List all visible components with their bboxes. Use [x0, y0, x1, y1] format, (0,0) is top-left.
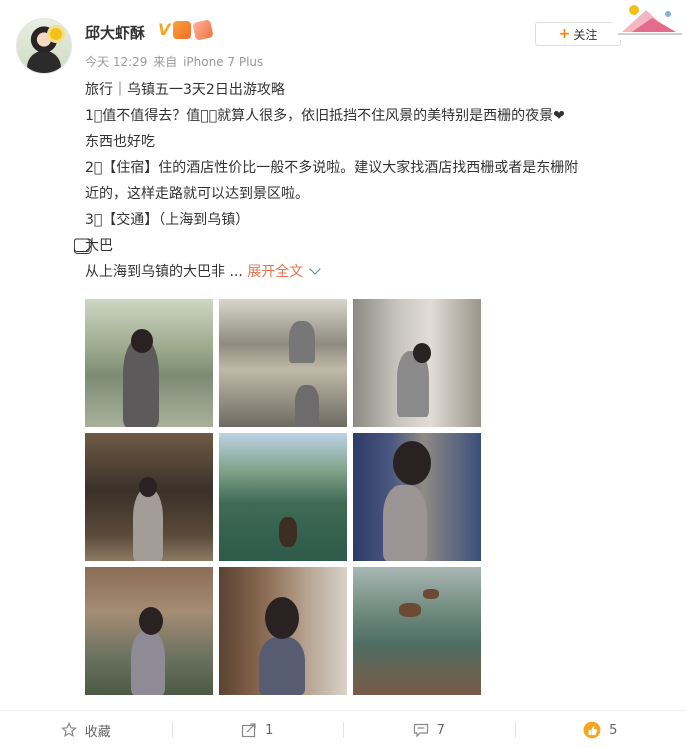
- photo-1[interactable]: [85, 299, 213, 427]
- star-outline-icon: [60, 722, 77, 738]
- person-head: [393, 441, 431, 485]
- sunflower-decoration: [50, 28, 62, 40]
- photo-grid: [85, 299, 481, 695]
- post-meta: 今天 12:29 来自 iPhone 7 Plus: [85, 53, 265, 70]
- person-figure: [383, 485, 427, 561]
- member-badge-icon[interactable]: [173, 21, 192, 39]
- favorite-button[interactable]: 收藏: [0, 712, 172, 748]
- truncated-text: 从上海到乌镇的大巴非 ...: [85, 264, 243, 280]
- photo-8[interactable]: [219, 567, 347, 695]
- truncated-text-row: 从上海到乌镇的大巴非 ... 展开全文: [85, 259, 665, 285]
- photo-6[interactable]: [353, 433, 481, 561]
- share-arrow-icon: [242, 723, 256, 738]
- photo-3[interactable]: [353, 299, 481, 427]
- boat: [279, 517, 297, 547]
- text-line: 旅行｜乌镇五一3天2日出游攻略: [85, 82, 285, 98]
- post-timestamp[interactable]: 今天 12:29: [85, 55, 147, 69]
- expand-full-text-link[interactable]: 展开全文: [247, 264, 303, 280]
- person-figure: [289, 321, 315, 363]
- text-line: 1⃣值不值得去？值得⃣就算人很多，依旧抵挡不住风景的美特别是西栅的夜景❤: [85, 108, 565, 124]
- person-figure: [295, 385, 319, 427]
- text-line: ⃣大巴: [85, 238, 113, 254]
- photo-2[interactable]: [219, 299, 347, 427]
- chevron-down-icon[interactable]: [309, 263, 321, 275]
- person-figure: [131, 631, 165, 695]
- weibo-post-card: 邱大虾酥 V 今天 12:29 来自 iPhone 7 Plus + 关注 旅行…: [0, 0, 686, 748]
- like-button[interactable]: 5: [514, 712, 686, 748]
- text-line: 东西也好吃: [85, 134, 155, 150]
- forward-count: 1: [265, 722, 274, 738]
- person-figure: [133, 489, 163, 561]
- comment-button[interactable]: 7: [343, 712, 515, 748]
- source-prefix: 来自: [153, 55, 178, 69]
- corner-decoration-icon: [612, 0, 686, 40]
- comment-icon: [413, 723, 428, 738]
- comment-count: 7: [436, 722, 445, 738]
- person-head: [139, 477, 157, 497]
- person-head: [265, 597, 299, 639]
- user-badges: V: [158, 19, 215, 41]
- source-device[interactable]: iPhone 7 Plus: [183, 55, 263, 69]
- photo-5[interactable]: [219, 433, 347, 561]
- action-bar-divider: [0, 710, 686, 711]
- post-text: 旅行｜乌镇五一3天2日出游攻略 1⃣值不值得去？值得⃣就算人很多，依旧抵挡不住风…: [85, 77, 665, 285]
- boat: [423, 589, 439, 599]
- text-line: 近的，这样走路就可以达到景区啦。: [85, 186, 309, 202]
- photo-9[interactable]: [353, 567, 481, 695]
- favorite-label: 收藏: [84, 724, 111, 740]
- forward-button[interactable]: 1: [171, 712, 344, 748]
- plus-icon: +: [558, 26, 571, 42]
- follow-label: 关注: [573, 27, 598, 42]
- activity-badge-icon[interactable]: [192, 19, 215, 41]
- person-head: [131, 329, 153, 353]
- username[interactable]: 邱大虾酥: [85, 22, 145, 43]
- follow-button[interactable]: + 关注: [535, 22, 621, 46]
- boat: [399, 603, 421, 617]
- person-head: [413, 343, 431, 363]
- thumbs-up-icon: [583, 721, 601, 739]
- like-count: 5: [609, 722, 618, 738]
- text-line: 2⃣【住宿】住的酒店性价比一般不多说啦。建议大家找酒店找西栅或者是东栅附: [85, 160, 579, 176]
- person-head: [139, 607, 163, 635]
- photo-4[interactable]: [85, 433, 213, 561]
- action-bar: 收藏 1 7 5: [0, 712, 686, 748]
- avatar[interactable]: [16, 18, 72, 74]
- text-line: 3⃣【交通】（上海到乌镇）: [85, 212, 250, 228]
- photo-7[interactable]: [85, 567, 213, 695]
- verified-badge-icon[interactable]: V: [158, 21, 170, 39]
- person-figure: [259, 637, 305, 695]
